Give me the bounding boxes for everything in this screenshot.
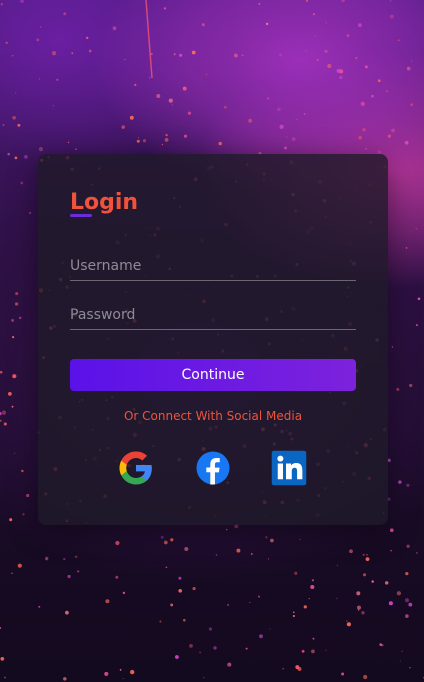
google-login-button[interactable] (118, 450, 154, 486)
title-underline (70, 214, 92, 217)
username-field[interactable] (70, 252, 356, 281)
linkedin-icon (271, 450, 307, 486)
google-icon (119, 451, 152, 485)
page-title: Login (70, 190, 139, 215)
linkedin-login-button[interactable] (271, 450, 307, 486)
password-field[interactable] (70, 301, 356, 330)
continue-button[interactable]: Continue (70, 359, 356, 391)
facebook-login-button[interactable] (195, 450, 231, 486)
facebook-icon (196, 451, 230, 485)
login-card: Login Continue Or Connect With Social Me… (38, 154, 388, 525)
social-connect-label: Or Connect With Social Media (123, 409, 303, 423)
